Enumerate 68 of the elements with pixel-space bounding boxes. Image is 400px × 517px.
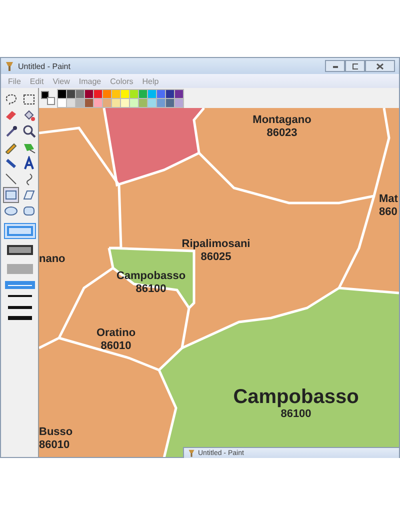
place-label: Campobasso 86100 bbox=[233, 386, 359, 421]
palette-color[interactable] bbox=[94, 98, 102, 106]
palette-color[interactable] bbox=[148, 98, 156, 106]
palette-color[interactable] bbox=[166, 90, 174, 98]
palette-color[interactable] bbox=[175, 90, 183, 98]
place-label: Ripalimosani 86025 bbox=[182, 238, 250, 264]
maximize-icon bbox=[352, 62, 358, 70]
palette-color[interactable] bbox=[112, 98, 120, 106]
rectangle-icon bbox=[4, 188, 18, 202]
palette-color[interactable] bbox=[139, 90, 147, 98]
menu-item[interactable]: Colors bbox=[110, 76, 134, 86]
palette-color[interactable] bbox=[76, 90, 84, 98]
palette-color[interactable] bbox=[148, 90, 156, 98]
palette-color[interactable] bbox=[58, 90, 66, 98]
palette-color[interactable] bbox=[157, 98, 165, 106]
place-label: nano bbox=[39, 253, 66, 266]
close-icon bbox=[376, 62, 384, 70]
magnifier-tool-button[interactable] bbox=[20, 123, 36, 139]
palette-color[interactable] bbox=[85, 90, 93, 98]
palette-color[interactable] bbox=[175, 98, 183, 106]
place-label: Mat 860 bbox=[379, 193, 398, 219]
line-icon bbox=[4, 172, 18, 186]
menu-item[interactable]: Help bbox=[142, 76, 159, 86]
ellipse-icon bbox=[4, 204, 18, 218]
paint-app-icon bbox=[188, 449, 195, 457]
palette-color[interactable] bbox=[121, 98, 129, 106]
palette-color[interactable] bbox=[67, 90, 75, 98]
palette-color[interactable] bbox=[157, 90, 165, 98]
palette-color[interactable] bbox=[76, 98, 84, 106]
palette-color[interactable] bbox=[67, 98, 75, 106]
palette-color[interactable] bbox=[130, 90, 138, 98]
place-label: Busso 86010 bbox=[39, 426, 73, 452]
line-tool-button[interactable] bbox=[2, 171, 18, 187]
minimize-icon bbox=[332, 63, 338, 69]
palette-color[interactable] bbox=[103, 90, 111, 98]
palette-color[interactable] bbox=[166, 98, 174, 106]
magnifier-icon bbox=[22, 124, 36, 138]
polygon-icon bbox=[22, 188, 36, 202]
palette-color[interactable] bbox=[94, 90, 102, 98]
paint-app-icon bbox=[5, 61, 14, 71]
menu-item[interactable]: Image bbox=[78, 76, 102, 86]
palette-color[interactable] bbox=[58, 98, 66, 106]
menu-item[interactable]: File bbox=[8, 76, 21, 86]
place-label: Montagano 86023 bbox=[252, 114, 312, 140]
maximize-button[interactable] bbox=[345, 60, 365, 72]
window-title: Untitled - Paint bbox=[18, 62, 72, 70]
airbrush-icon bbox=[4, 156, 18, 170]
minimize-button[interactable] bbox=[325, 60, 345, 72]
current-color-swatch[interactable] bbox=[47, 97, 55, 105]
palette-color[interactable] bbox=[85, 98, 93, 106]
picker-icon bbox=[4, 124, 18, 138]
current-color-swatch[interactable] bbox=[41, 91, 49, 99]
palette-color[interactable] bbox=[112, 90, 120, 98]
select-icon bbox=[22, 92, 36, 106]
menu-item[interactable]: Edit bbox=[30, 76, 44, 86]
palette-color[interactable] bbox=[103, 98, 111, 106]
menu-item[interactable]: View bbox=[52, 76, 70, 86]
palette-color[interactable] bbox=[130, 98, 138, 106]
palette-color[interactable] bbox=[139, 98, 147, 106]
rectangle-tool-button[interactable] bbox=[2, 187, 18, 203]
rounded-rectangle-icon bbox=[22, 204, 36, 218]
close-button[interactable] bbox=[365, 60, 395, 72]
text-icon bbox=[22, 156, 36, 170]
fill-icon bbox=[22, 108, 36, 122]
palette-color[interactable] bbox=[121, 90, 129, 98]
free-select-icon bbox=[4, 92, 18, 106]
place-label: Oratino 86010 bbox=[96, 327, 136, 353]
eraser-icon bbox=[4, 108, 18, 122]
